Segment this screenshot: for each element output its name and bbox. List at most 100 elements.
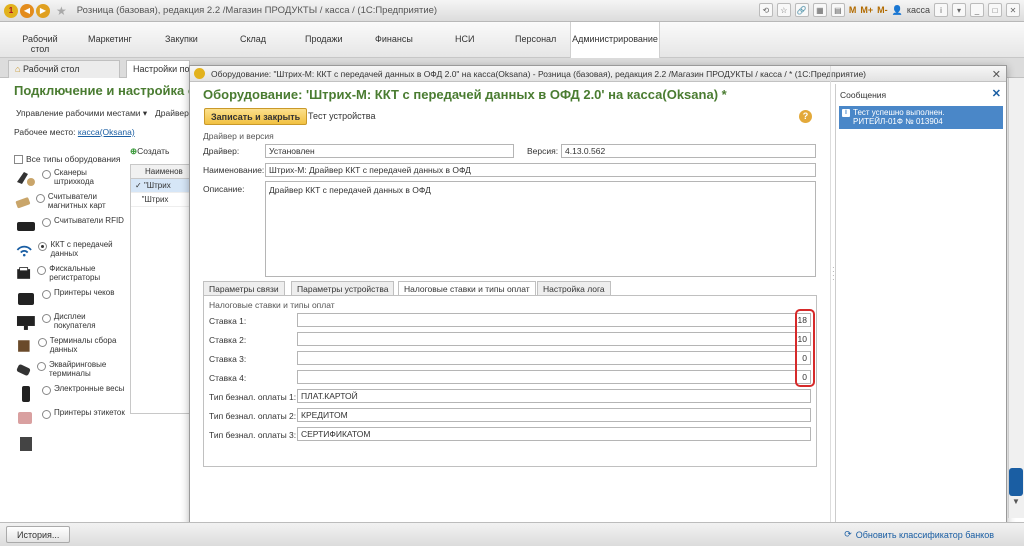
version-field[interactable]: 4.13.0.562 <box>561 144 816 158</box>
device-type-displays[interactable]: Дисплеи покупателя <box>14 312 129 332</box>
device-type-magnetic[interactable]: Считыватели магнитных карт <box>14 192 129 212</box>
create-button[interactable]: ⊕Создать <box>130 146 169 157</box>
label-printer-icon <box>18 412 32 424</box>
section-administration[interactable]: Администрирование <box>570 22 660 58</box>
link-icon[interactable]: 🔗 <box>794 3 809 17</box>
favorites-star-icon[interactable]: ★ <box>56 4 67 18</box>
favorite-icon[interactable]: ☆ <box>776 3 791 17</box>
tab-connection-params[interactable]: Параметры связи <box>203 281 285 296</box>
payment-1-field[interactable]: ПЛАТ.КАРТОЙ <box>297 389 811 403</box>
close-icon[interactable]: ✕ <box>992 68 1001 81</box>
tab-desktop[interactable]: ⌂ Рабочий стол <box>8 60 120 78</box>
minimize-icon[interactable]: _ <box>970 3 984 17</box>
update-banks-link[interactable]: ⟳ Обновить классификатор банков <box>844 529 994 540</box>
section-marketing[interactable]: Маркетинг <box>88 34 132 44</box>
history-button[interactable]: История... <box>6 526 71 543</box>
side-widget-icon[interactable] <box>1009 468 1023 496</box>
back-icon[interactable]: ◀ <box>20 3 34 18</box>
rates-highlight <box>795 309 815 387</box>
m-plus-button[interactable]: M+ <box>860 5 873 15</box>
rate-1-label: Ставка 1: <box>209 316 247 326</box>
section-personnel[interactable]: Персонал <box>515 34 556 44</box>
device-type-list: Все типы оборудования Сканеры штрихкода … <box>14 154 129 451</box>
m-button[interactable]: M <box>849 5 857 15</box>
all-types-checkbox[interactable]: Все типы оборудования <box>14 154 129 164</box>
tab-tax-rates[interactable]: Налоговые ставки и типы оплат <box>398 281 536 296</box>
tab-device-params[interactable]: Параметры устройства <box>291 281 395 296</box>
user-name[interactable]: касса <box>907 5 930 15</box>
user-icon: 👤 <box>891 4 903 15</box>
message-line-1: Тест успешно выполнен. <box>853 108 945 117</box>
history-icon[interactable]: ⟲ <box>758 3 773 17</box>
name-field[interactable]: Штрих-М: Драйвер ККТ с передачей данных … <box>265 163 816 177</box>
home-icon: ⌂ <box>15 64 21 74</box>
form-title: Оборудование: 'Штрих-М: ККТ с передачей … <box>203 87 727 102</box>
description-label: Описание: <box>203 184 245 194</box>
calendar-icon[interactable]: ▦ <box>812 3 827 17</box>
table-row[interactable]: "Штрих <box>131 193 189 207</box>
page-scrollbar[interactable] <box>1008 78 1024 518</box>
payment-3-field[interactable]: СЕРТИФИКАТОМ <box>297 427 811 441</box>
device-type-extra <box>14 434 129 454</box>
scroll-down-icon[interactable]: ▼ <box>1012 497 1020 506</box>
receipt-printer-icon <box>18 293 34 305</box>
message-item[interactable]: i Тест успешно выполнен. РИТЕЙЛ-01Ф № 01… <box>839 106 1003 129</box>
version-label: Версия: <box>527 146 559 156</box>
maximize-icon[interactable]: □ <box>988 3 1002 17</box>
rate-3-field[interactable]: 0 <box>297 351 811 365</box>
close-icon[interactable]: ✕ <box>1006 3 1020 17</box>
tab-settings[interactable]: Настройки под <box>126 60 190 78</box>
section-purchases[interactable]: Закупки <box>165 34 198 44</box>
info-icon[interactable]: i <box>934 3 948 17</box>
device-type-acquiring[interactable]: Эквайринговые терминалы <box>14 360 129 380</box>
equipment-modal: Оборудование: "Штрих-М: ККТ с передачей … <box>189 65 1007 532</box>
device-type-terminals[interactable]: Терминалы сбора данных <box>14 336 129 356</box>
payment-2-field[interactable]: КРЕДИТОМ <box>297 408 811 422</box>
pos-terminal-icon <box>20 437 32 451</box>
section-sales[interactable]: Продажи <box>305 34 343 44</box>
table-row[interactable]: ✓ "Штрих <box>131 179 189 193</box>
section-desktop[interactable]: Рабочий стол <box>20 34 60 54</box>
driver-field[interactable]: Установлен <box>265 144 514 158</box>
save-and-close-button[interactable]: Записать и закрыть <box>204 108 308 125</box>
rate-1-field[interactable]: 18 <box>297 313 811 327</box>
device-type-printers[interactable]: Принтеры чеков <box>14 288 129 308</box>
checkbox-icon[interactable] <box>14 154 23 164</box>
grid-header[interactable]: Наименов <box>131 165 189 179</box>
subnav-driver[interactable]: Драйвер <box>155 108 189 118</box>
forward-icon[interactable]: ▶ <box>36 3 50 18</box>
customer-display-icon <box>16 316 35 330</box>
device-type-rfid[interactable]: Считыватели RFID <box>14 216 129 236</box>
rate-2-field[interactable]: 10 <box>297 332 811 346</box>
m-minus-button[interactable]: M- <box>877 5 888 15</box>
tab-desktop-label: Рабочий стол <box>22 64 80 74</box>
payment-1-label: Тип безнал. оплаты 1: <box>209 392 297 402</box>
device-type-scales[interactable]: Электронные весы <box>14 384 129 404</box>
device-type-scanners[interactable]: Сканеры штрихкода <box>14 168 129 188</box>
calculator-icon[interactable]: ▤ <box>830 3 845 17</box>
subnav-workplaces[interactable]: Управление рабочими местами ▾ <box>16 108 147 119</box>
driver-group-title: Драйвер и версия <box>203 131 274 141</box>
device-type-label-printers[interactable]: Принтеры этикеток <box>14 408 129 428</box>
help-icon[interactable]: ? <box>799 110 812 123</box>
device-type-fiscal[interactable]: Фискальные регистраторы <box>14 264 129 284</box>
workplace-link[interactable]: касса(Oksana) <box>78 127 135 137</box>
rate-4-field[interactable]: 0 <box>297 370 811 384</box>
close-icon[interactable]: ✕ <box>992 87 1001 100</box>
tab-log-settings[interactable]: Настройка лога <box>537 281 611 296</box>
description-field[interactable]: Драйвер ККТ с передачей данных в ОФД <box>265 181 816 277</box>
device-type-kkt[interactable]: ККТ с передачей данных <box>14 240 129 260</box>
name-label: Наименование: <box>203 165 265 175</box>
menu-icon[interactable]: ▾ <box>952 3 966 17</box>
driver-label: Драйвер: <box>203 146 240 156</box>
scales-icon <box>22 386 30 402</box>
barcode-scanner-icon <box>16 172 35 186</box>
test-device-button[interactable]: Тест устройства <box>308 111 376 121</box>
section-finance[interactable]: Финансы <box>375 34 413 44</box>
section-nsi[interactable]: НСИ <box>455 34 474 44</box>
app-logo-icon[interactable]: 1 <box>4 3 18 18</box>
status-bar: История... ⟳ Обновить классификатор банк… <box>0 522 1024 546</box>
message-line-2: РИТЕЙЛ-01Ф № 013904 <box>853 117 943 126</box>
section-warehouse[interactable]: Склад <box>240 34 266 44</box>
tax-group-title: Налоговые ставки и типы оплат <box>209 300 335 310</box>
